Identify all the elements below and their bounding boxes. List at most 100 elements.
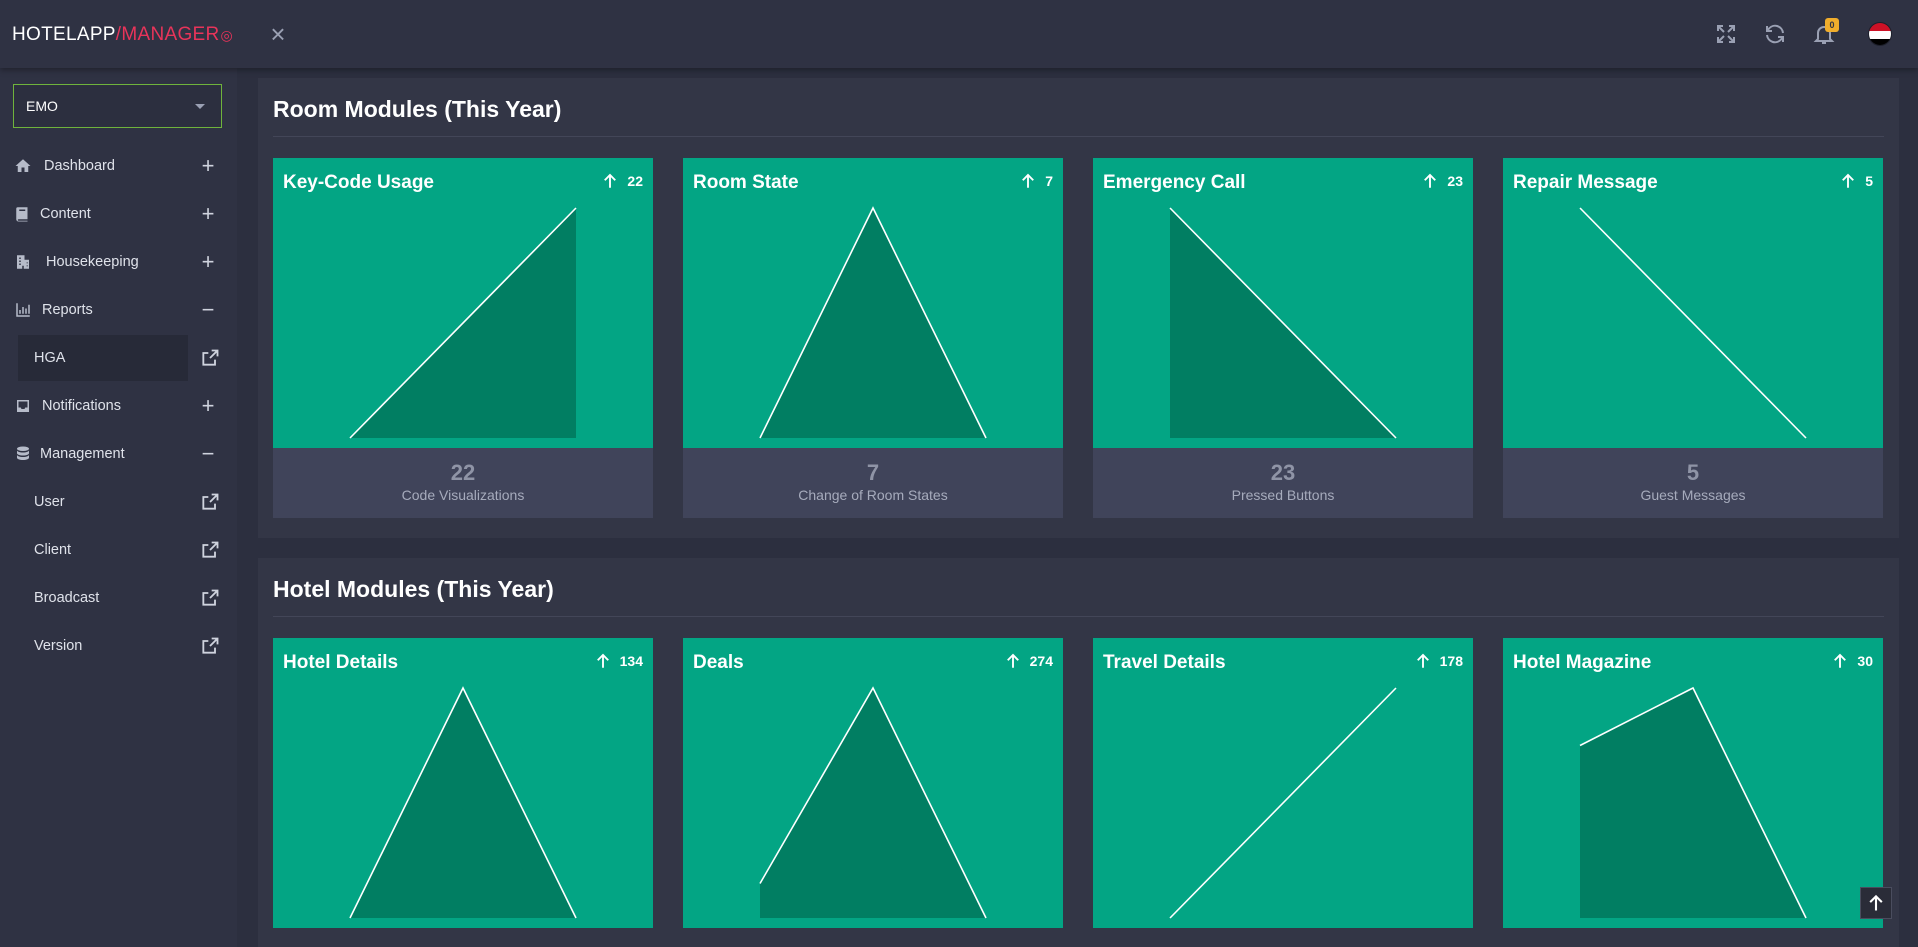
sidebar-item-reports[interactable]: Reports −: [0, 290, 237, 330]
sidebar-item-notifications[interactable]: Notifications +: [0, 386, 237, 426]
card-title: Deals: [693, 652, 744, 673]
card-total: 23: [1270, 460, 1296, 485]
brand-suffix: /MANAGER: [115, 24, 220, 45]
sidebar-item-management[interactable]: Management −: [0, 434, 237, 474]
sidebar-subitem-hga[interactable]: HGA: [0, 335, 237, 381]
close-sidebar-button[interactable]: ×: [266, 21, 290, 47]
brand-mark-icon: ◎: [220, 26, 234, 43]
sidebar-item-label: Housekeeping: [46, 254, 139, 270]
language-flag-icon[interactable]: [1868, 22, 1892, 46]
chevron-down-icon: [195, 104, 205, 109]
delta-value: 23: [1447, 173, 1463, 189]
expand-icon[interactable]: +: [198, 395, 218, 417]
building-icon: [14, 253, 32, 271]
panel-title: Hotel Modules (This Year): [273, 576, 554, 602]
sidebar-item-label: Management: [40, 446, 125, 462]
sparkline-chart: [349, 207, 577, 439]
card-footer: 7 Change of Room States: [683, 448, 1063, 518]
sidebar-subitem-label: User: [34, 494, 65, 510]
sidebar-item-content[interactable]: Content +: [0, 194, 237, 234]
card-title: Hotel Details: [283, 652, 399, 673]
hotel-select[interactable]: EMO: [13, 84, 222, 128]
sidebar-subitem-label: Client: [34, 542, 72, 558]
sidebar: EMO Dashboard + Content + Housekeeping +…: [0, 68, 237, 947]
delta-value: 5: [1865, 173, 1873, 189]
sidebar-item-label: Content: [40, 206, 91, 222]
arrow-up-icon: [604, 173, 617, 188]
notification-badge: 0: [1825, 18, 1839, 32]
area-fill: [350, 688, 576, 918]
collapse-icon[interactable]: −: [198, 299, 218, 321]
card-delta: 178: [1414, 652, 1463, 670]
card-caption: Pressed Buttons: [1231, 487, 1335, 503]
card-caption: Change of Room States: [798, 487, 948, 503]
series-line: [1169, 687, 1397, 919]
card-delta: 5: [1839, 172, 1873, 190]
arrow-up-icon: [1842, 173, 1855, 188]
sidebar-subitem-label: HGA: [34, 350, 66, 366]
arrow-up-icon: [1834, 653, 1847, 668]
hotel-select-value: EMO: [26, 98, 58, 114]
expand-icon[interactable]: +: [198, 155, 218, 177]
hotel-modules-panel: Hotel Modules (This Year) Hotel Details …: [258, 558, 1899, 947]
sparkline-chart: [1579, 207, 1807, 439]
room-modules-panel: Room Modules (This Year) Key-Code Usage …: [258, 78, 1899, 538]
inbox-icon: [14, 397, 32, 415]
card-caption: Guest Messages: [1640, 487, 1746, 503]
fullscreen-icon[interactable]: [1714, 22, 1738, 46]
sidebar-subitem-version[interactable]: Version: [0, 623, 237, 669]
card-footer: 22 Code Visualizations: [273, 448, 653, 518]
external-link-icon[interactable]: [200, 588, 220, 608]
external-link-icon[interactable]: [200, 492, 220, 512]
delta-value: 22: [627, 173, 643, 189]
card-delta: 30: [1831, 652, 1873, 670]
book-icon: [14, 205, 32, 223]
scroll-to-top-button[interactable]: [1860, 887, 1892, 919]
divider: [273, 136, 1884, 137]
external-link-icon[interactable]: [200, 636, 220, 656]
brand-name: HOTELAPP: [12, 24, 116, 45]
card-caption: Code Visualizations: [401, 487, 525, 503]
database-icon: [14, 445, 32, 463]
card-title: Key-Code Usage: [283, 172, 434, 193]
panel-title: Room Modules (This Year): [273, 96, 562, 122]
area-fill: [760, 208, 986, 438]
card-footer: 5 Guest Messages: [1503, 448, 1883, 518]
delta-value: 30: [1857, 653, 1873, 669]
sidebar-item-label: Notifications: [42, 398, 121, 414]
sidebar-subitem-label: Version: [34, 638, 83, 654]
sidebar-item-label: Reports: [42, 302, 93, 318]
arrow-up-icon: [596, 653, 609, 668]
card-delta: 274: [1004, 652, 1053, 670]
sidebar-item-label: Dashboard: [44, 158, 115, 174]
card-delta: 23: [1421, 172, 1463, 190]
brand-logo[interactable]: HOTELAPP/MANAGER ◎: [12, 24, 233, 46]
sparkline-chart: [759, 686, 987, 919]
delta-value: 7: [1045, 173, 1053, 189]
arrow-up-icon: [1869, 894, 1883, 911]
series-line: [1579, 207, 1807, 439]
external-link-icon[interactable]: [200, 540, 220, 560]
sidebar-subitem-user[interactable]: User: [0, 479, 237, 525]
card-title: Hotel Magazine: [1513, 652, 1652, 673]
collapse-icon[interactable]: −: [198, 443, 218, 465]
top-bar: HOTELAPP/MANAGER ◎ × 0: [0, 0, 1918, 68]
arrow-up-icon: [1006, 653, 1019, 668]
sidebar-item-housekeeping[interactable]: Housekeeping +: [0, 242, 237, 282]
sidebar-item-dashboard[interactable]: Dashboard +: [0, 146, 237, 186]
delta-value: 178: [1439, 653, 1463, 669]
card-title: Repair Message: [1513, 172, 1658, 193]
expand-icon[interactable]: +: [198, 203, 218, 225]
notifications-bell-icon[interactable]: 0: [1812, 18, 1839, 46]
refresh-icon[interactable]: [1763, 22, 1787, 46]
card-delta: 7: [1019, 172, 1053, 190]
card-delta: 134: [594, 652, 643, 670]
card-footer: 23 Pressed Buttons: [1093, 448, 1473, 518]
external-link-icon[interactable]: [200, 348, 220, 368]
expand-icon[interactable]: +: [198, 251, 218, 273]
sidebar-subitem-client[interactable]: Client: [0, 527, 237, 573]
sparkline-chart: [759, 206, 987, 439]
sidebar-subitem-broadcast[interactable]: Broadcast: [0, 575, 237, 621]
delta-value: 274: [1029, 653, 1053, 669]
card-title: Emergency Call: [1103, 172, 1246, 193]
